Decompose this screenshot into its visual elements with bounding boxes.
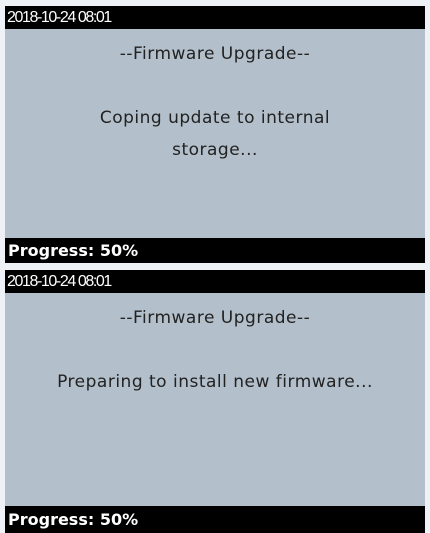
progress-text: Progress: 50% [8,510,139,529]
datetime-text: 2018-10-24 08:01 [7,273,112,290]
progress-bar: Progress: 50% [5,238,425,263]
datetime-text: 2018-10-24 08:01 [7,9,112,26]
firmware-screen-preparing: 2018-10-24 08:01 --Firmware Upgrade-- Pr… [5,270,425,533]
datetime-bar: 2018-10-24 08:01 [5,6,425,29]
progress-bar: Progress: 50% [5,506,425,533]
firmware-screen-copying: 2018-10-24 08:01 --Firmware Upgrade-- Co… [5,6,425,263]
status-message: Coping update to internal storage... [99,108,331,160]
screen-heading: --Firmware Upgrade-- [119,44,311,64]
datetime-bar: 2018-10-24 08:01 [5,270,425,293]
progress-text: Progress: 50% [8,241,139,260]
status-message: Preparing to install new firmware... [57,372,373,392]
screen-heading: --Firmware Upgrade-- [119,308,311,328]
